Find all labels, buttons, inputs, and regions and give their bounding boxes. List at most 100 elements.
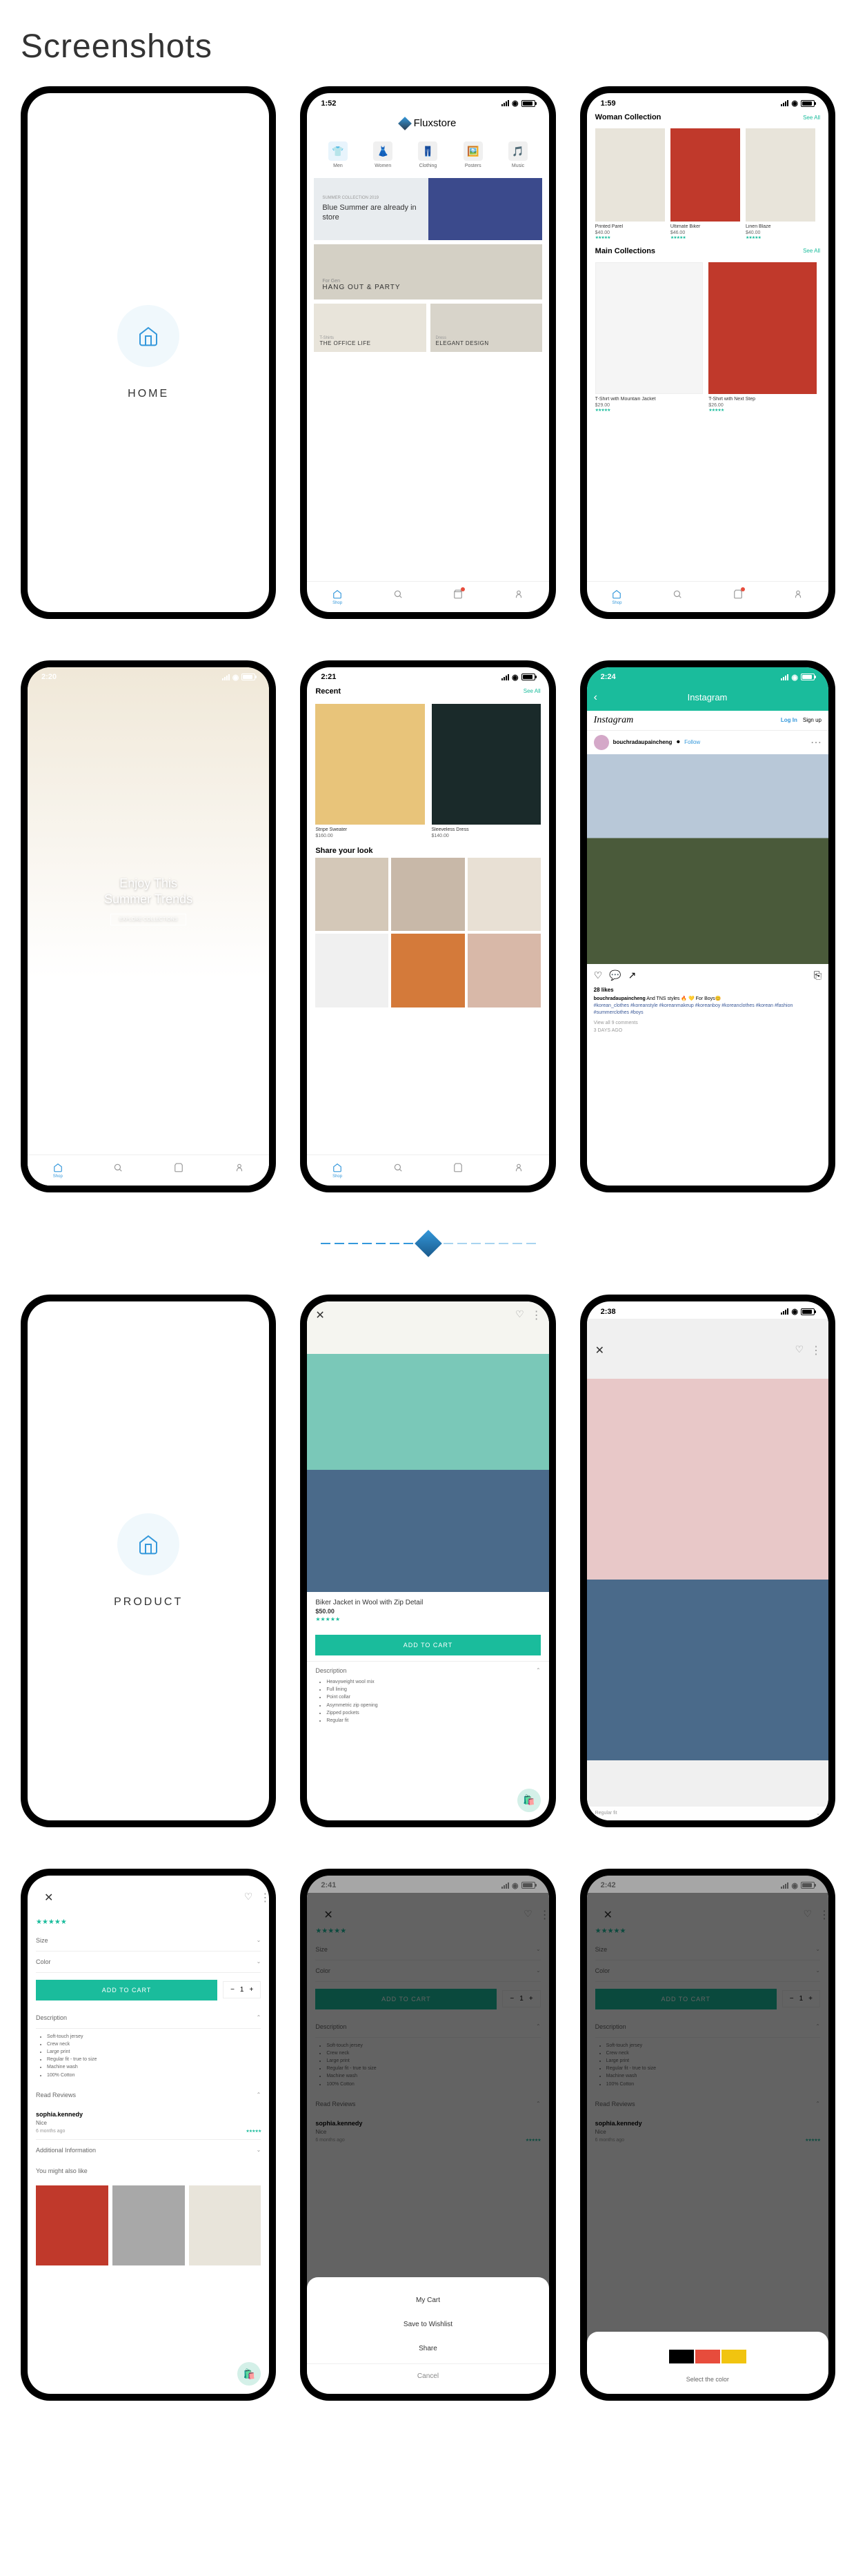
product-card[interactable]: Stripe Sweater$160.00 [315,704,424,839]
nav-shop[interactable]: Shop [52,1162,63,1179]
status-bar: 2:21 ◉ [307,667,548,685]
nav-shop[interactable]: Shop [332,589,343,605]
promo-card-tshirts[interactable]: T-Shirts THE OFFICE LIFE [314,304,426,352]
category-clothing[interactable]: 👖Clothing [418,141,437,168]
product-image[interactable] [307,1301,548,1592]
comment-icon[interactable]: 💬 [609,970,621,981]
more-icon[interactable]: ⋮ [531,1308,541,1322]
product-card[interactable]: T-Shirt with Next Step$26.00★★★★★ [708,262,817,413]
promo-title: Blue Summer are already in store [322,203,428,223]
back-icon[interactable]: ‹ [594,691,597,704]
category-music[interactable]: 🎵Music [508,141,528,168]
chevron-down-icon[interactable]: ⌄ [257,2147,261,2154]
add-to-cart-button[interactable]: ADD TO CART [315,1635,540,1655]
nav-search[interactable] [672,589,683,605]
nav-profile[interactable] [234,1162,245,1179]
product-thumbnail[interactable] [112,2185,185,2265]
product-image-full[interactable]: ✕ ♡ ⋮ Regular fit⌄ [587,1319,828,1820]
nav-profile[interactable] [513,1162,524,1179]
chevron-up-icon[interactable]: ⌃ [257,2014,261,2021]
heart-icon[interactable]: ♡ [795,1344,804,1357]
modal-backdrop[interactable] [587,1876,828,2395]
home-splash-icon [117,305,179,367]
look-image[interactable] [468,858,541,931]
category-men[interactable]: 👕Men [328,141,348,168]
bookmark-icon[interactable]: ⎘ [814,970,822,981]
product-card[interactable]: T-Shirt with Mountain Jacket$29.00★★★★★ [595,262,704,413]
sheet-mycart[interactable]: My Cart [307,2288,548,2312]
promo-banner-1[interactable]: SUMMER COLLECTION 2019 Blue Summer are a… [314,178,541,240]
nav-search[interactable] [392,589,404,605]
nav-shop[interactable]: Shop [332,1162,343,1179]
nav-profile[interactable] [793,589,804,605]
product-thumbnail[interactable] [36,2185,108,2265]
nav-shop[interactable]: Shop [611,589,622,605]
sheet-wishlist[interactable]: Save to Wishlist [307,2312,548,2337]
user-avatar[interactable] [594,735,609,750]
color-swatch-red[interactable] [695,2350,720,2363]
explore-button[interactable]: EXPLORE COLLECTIONS [110,914,186,925]
view-comments-link[interactable]: View all 9 comments [587,1019,828,1027]
chevron-down-icon[interactable]: ⌄ [816,1811,820,1816]
color-swatch-black[interactable] [669,2350,694,2363]
more-icon[interactable]: ⋮ [259,1891,269,1905]
login-link[interactable]: Log In [781,717,797,723]
product-card[interactable]: Ultimate Biker$46.00★★★★★ [670,128,740,240]
nav-cart[interactable] [733,589,744,605]
screenshot-grid-3: PRODUCT ✕ ♡ ⋮ Biker Jacket in Wool with … [21,1295,835,1827]
see-all-link[interactable]: See All [803,248,820,254]
heart-icon[interactable]: ♡ [244,1891,253,1905]
quantity-stepper[interactable]: −1+ [223,1981,261,1998]
sheet-share[interactable]: Share [307,2337,548,2361]
size-selector[interactable]: Size⌄ [36,1930,261,1951]
signup-link[interactable]: Sign up [803,717,822,723]
like-icon[interactable]: ♡ [594,970,603,981]
add-to-cart-button[interactable]: ADD TO CART [36,1980,217,2000]
share-icon[interactable]: ↗ [628,970,637,981]
qty-plus[interactable]: + [249,1986,253,1994]
product-thumbnail[interactable] [189,2185,261,2265]
screenshot-grid-1: HOME 1:52 ◉ Fluxstore 👕Men 👗Women 👖Cloth… [21,86,835,619]
look-image[interactable] [391,858,464,931]
hashtags[interactable]: #korean_clothes #koreanstyle #koreanmake… [594,1003,793,1015]
look-image[interactable] [391,934,464,1007]
product-card[interactable]: Sleeveless Dress$140.00 [432,704,541,839]
color-swatch-yellow[interactable] [721,2350,746,2363]
look-image[interactable] [315,858,388,931]
nav-cart[interactable] [452,589,464,605]
phone-options: ✕ ♡⋮ ★★★★★ Size⌄ Color⌄ ADD TO CART −1+ … [21,1869,276,2401]
look-image[interactable] [315,934,388,1007]
more-icon[interactable]: ⋮ [810,1344,820,1357]
nav-profile[interactable] [513,589,524,605]
close-icon[interactable]: ✕ [44,1891,53,1905]
close-icon[interactable]: ✕ [595,1344,604,1357]
promo-card-dress[interactable]: Dress ELEGANT DESIGN [430,304,542,352]
heart-icon[interactable]: ♡ [515,1308,524,1322]
category-posters[interactable]: 🖼️Posters [464,141,483,168]
see-all-link[interactable]: See All [803,115,820,121]
status-bar: 2:24 ◉ [587,667,828,685]
post-image[interactable] [587,754,828,965]
qty-minus[interactable]: − [230,1986,235,1994]
username[interactable]: bouchradaupaincheng [613,739,673,745]
follow-link[interactable]: Follow [684,739,700,745]
product-card[interactable]: Linen Blaze$40.00★★★★★ [746,128,815,240]
color-selector[interactable]: Color⌄ [36,1951,261,1973]
chevron-up-icon[interactable]: ⌃ [257,2092,261,2098]
nav-search[interactable] [392,1162,404,1179]
more-icon[interactable]: ⋯ [810,736,822,749]
chevron-up-icon[interactable]: ⌃ [536,1667,541,1674]
see-all-link[interactable]: See All [524,688,541,694]
promo-banner-2[interactable]: For Gen HANG OUT & PARTY [314,244,541,299]
nav-cart[interactable] [452,1162,464,1179]
product-card[interactable]: Printed Parel$40.00★★★★★ [595,128,665,240]
sheet-cancel[interactable]: Cancel [307,2363,548,2388]
cart-fab[interactable]: 🛍️ [517,1789,541,1812]
close-icon[interactable]: ✕ [315,1308,324,1322]
category-women[interactable]: 👗Women [373,141,392,168]
nav-search[interactable] [112,1162,123,1179]
phone-product-splash: PRODUCT [21,1295,276,1827]
look-image[interactable] [468,934,541,1007]
like-count[interactable]: 28 likes [587,987,828,993]
nav-cart[interactable] [173,1162,184,1179]
